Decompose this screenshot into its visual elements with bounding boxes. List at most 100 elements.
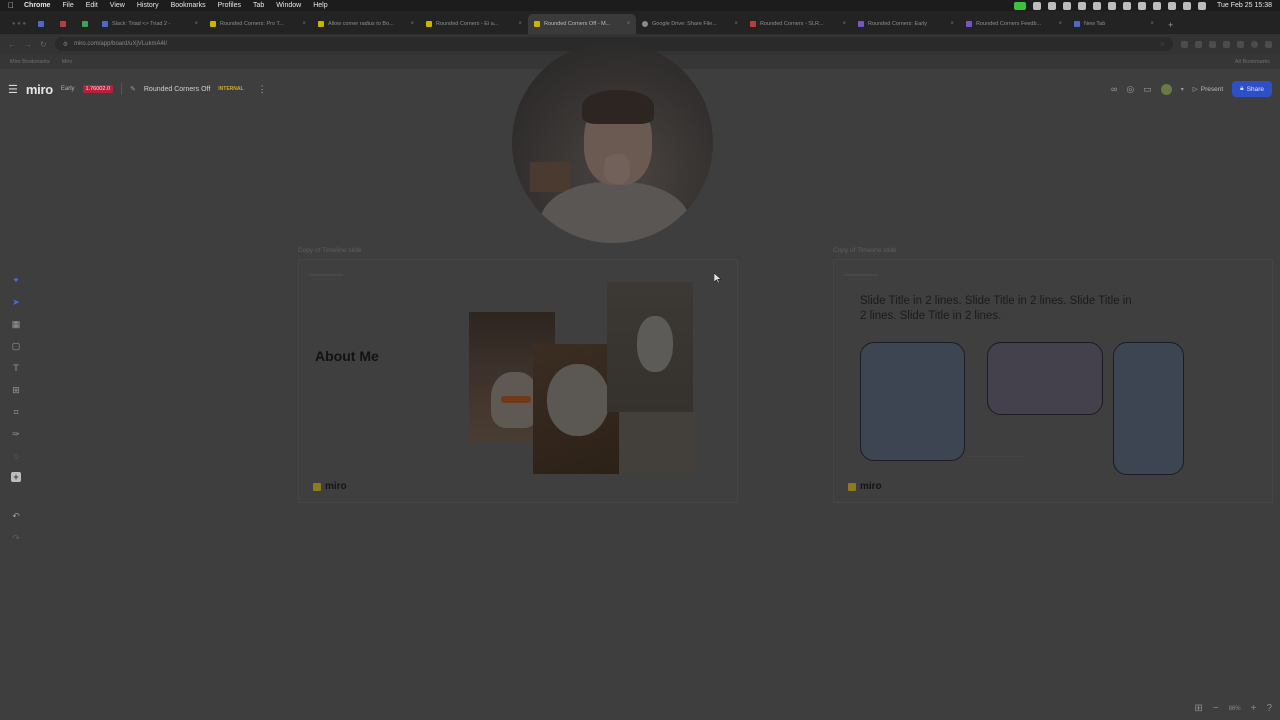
sticky-note-icon[interactable]: ▢ (8, 340, 24, 352)
select-tool-icon[interactable]: ➤ (8, 296, 24, 308)
extension-icon[interactable] (1223, 40, 1230, 48)
help-icon[interactable]: ? (1266, 703, 1272, 714)
zoom-out-icon[interactable]: − (1213, 703, 1219, 714)
menu-app-name[interactable]: Chrome (24, 2, 50, 9)
pin-icon[interactable]: ✎ (130, 85, 136, 93)
bookmark-item[interactable]: Miro (62, 59, 73, 65)
miro-logo[interactable]: miro (26, 82, 53, 97)
control-center-icon[interactable] (1197, 1, 1206, 10)
menu-help[interactable]: Help (313, 2, 327, 9)
close-tab-icon[interactable]: × (410, 21, 414, 27)
menu-history[interactable]: History (137, 2, 159, 9)
all-bookmarks[interactable]: All Bookmarks (1235, 59, 1270, 65)
site-info-icon[interactable]: ⚙ (63, 41, 68, 48)
browser-tab[interactable]: Rounded Corners Feedb... × (960, 14, 1068, 34)
shapes-icon[interactable]: ⊞ (8, 384, 24, 396)
redo-icon[interactable]: ↷ (8, 532, 24, 544)
close-tab-icon[interactable]: × (842, 21, 846, 27)
close-tab-icon[interactable]: × (302, 21, 306, 27)
extension-icon[interactable] (1195, 40, 1202, 48)
photo-cat[interactable] (607, 282, 693, 412)
bookmark-item[interactable]: Miro Bookmarks (10, 59, 50, 65)
menu-edit[interactable]: Edit (86, 2, 98, 9)
sync-status-icon[interactable] (1092, 1, 1101, 10)
skype-status-icon[interactable] (1062, 1, 1071, 10)
browser-tab[interactable]: New Tab × (1068, 14, 1160, 34)
browser-tab[interactable]: Rounded Corners - Ei a... × (420, 14, 528, 34)
collaborator-avatar[interactable] (1160, 83, 1172, 95)
browser-tab[interactable]: Rounded Corners: Pro T... × (204, 14, 312, 34)
present-button[interactable]: ▷ Present (1193, 85, 1223, 94)
slack-status-icon[interactable] (1077, 1, 1086, 10)
templates-icon[interactable]: ▦ (8, 318, 24, 330)
main-menu-icon[interactable]: ☰ (8, 83, 18, 96)
new-tab-icon[interactable]: + (1160, 20, 1181, 34)
menu-profiles[interactable]: Profiles (218, 2, 241, 9)
browser-tab[interactable]: Slack: Triad <> Triad 2 - × (96, 14, 204, 34)
pinned-tab[interactable] (74, 14, 96, 34)
cloud-status-icon[interactable] (1047, 1, 1056, 10)
slide-title-text[interactable]: Slide Title in 2 lines. Slide Title in 2… (860, 294, 1140, 324)
undo-icon[interactable]: ↶ (8, 510, 24, 522)
rounded-rectangle-shape[interactable] (860, 342, 965, 461)
browser-tab-active[interactable]: Rounded Corners Off - M... × (528, 14, 636, 34)
close-tab-icon[interactable]: × (626, 21, 630, 27)
apple-icon[interactable]:  (8, 1, 14, 10)
pen-tool-icon[interactable]: ✑ (8, 428, 24, 440)
settings-status-icon[interactable] (1032, 1, 1041, 10)
close-tab-icon[interactable]: × (194, 21, 198, 27)
address-url[interactable]: miro.com/app/board/uXjVLukmA4I/ (74, 41, 167, 47)
comments-icon[interactable]: ◎ (1126, 84, 1134, 95)
close-tab-icon[interactable]: × (950, 21, 954, 27)
battery-status-icon[interactable] (1137, 1, 1146, 10)
close-tab-icon[interactable]: × (1058, 21, 1062, 27)
ai-sparkle-icon[interactable]: ✦ (8, 274, 24, 286)
pinned-tab[interactable] (30, 14, 52, 34)
chevron-down-icon[interactable]: ▾ (1181, 86, 1184, 93)
menu-view[interactable]: View (110, 2, 125, 9)
timeline-frame[interactable]: Slide Title in 2 lines. Slide Title in 2… (833, 259, 1273, 503)
window-controls-icon[interactable]: ● ● ● (12, 21, 26, 27)
zoom-level[interactable]: 86% (1229, 706, 1241, 712)
spotlight-icon[interactable] (1182, 1, 1191, 10)
more-options-icon[interactable]: ⋮ (258, 84, 267, 95)
browser-tab[interactable]: Google Drive: Share File... × (636, 14, 744, 34)
reactions-icon[interactable]: ∞ (1111, 84, 1117, 94)
rounded-rectangle-shape[interactable] (1113, 342, 1184, 475)
board-name[interactable]: Rounded Corners Off (144, 86, 210, 93)
dropbox-status-icon[interactable] (1107, 1, 1116, 10)
browser-tab[interactable]: Rounded Corners - SLR... × (744, 14, 852, 34)
miro-board-canvas[interactable]: ☰ miro Early 1.76002.0 ✎ Rounded Corners… (0, 42, 1280, 720)
browser-tab[interactable]: Rounded Corners: Early × (852, 14, 960, 34)
extension-icon[interactable] (1209, 40, 1216, 48)
comment-tool-icon[interactable]: ◌ (8, 450, 24, 462)
more-tools-icon[interactable]: + (11, 472, 21, 482)
zoom-in-icon[interactable]: + (1251, 703, 1257, 714)
back-icon[interactable]: ← (8, 40, 16, 49)
camera-status-icon[interactable] (1013, 1, 1026, 10)
about-me-frame[interactable]: About Me miro (298, 259, 738, 503)
browser-tab[interactable]: Allow corner radius to Bo... × (312, 14, 420, 34)
frame-tool-icon[interactable]: ⌗ (8, 406, 24, 418)
reload-icon[interactable]: ↻ (40, 40, 47, 49)
frame-title-right[interactable]: Copy of Timeline slide (833, 247, 897, 254)
pinned-tab[interactable] (52, 14, 74, 34)
menu-file[interactable]: File (62, 2, 73, 9)
profile-avatar[interactable] (1251, 40, 1258, 48)
menu-tab[interactable]: Tab (253, 2, 264, 9)
close-tab-icon[interactable]: × (734, 21, 738, 27)
forward-icon[interactable]: → (24, 40, 32, 49)
minimap-icon[interactable]: ⊞ (1194, 703, 1202, 714)
bluetooth-status-icon[interactable] (1152, 1, 1161, 10)
share-button[interactable]: 🔒︎ Share (1232, 81, 1272, 97)
record-status-icon[interactable] (1122, 1, 1131, 10)
close-tab-icon[interactable]: × (1150, 21, 1154, 27)
extension-icon[interactable] (1237, 40, 1244, 48)
frame-title-left[interactable]: Copy of Timeline slide (298, 247, 362, 254)
wifi-status-icon[interactable] (1167, 1, 1176, 10)
extension-icon[interactable] (1181, 40, 1188, 48)
chrome-menu-icon[interactable] (1265, 40, 1272, 48)
text-tool-icon[interactable]: T (8, 362, 24, 374)
bookmark-star-icon[interactable]: ☆ (1160, 41, 1165, 48)
close-tab-icon[interactable]: × (518, 21, 522, 27)
